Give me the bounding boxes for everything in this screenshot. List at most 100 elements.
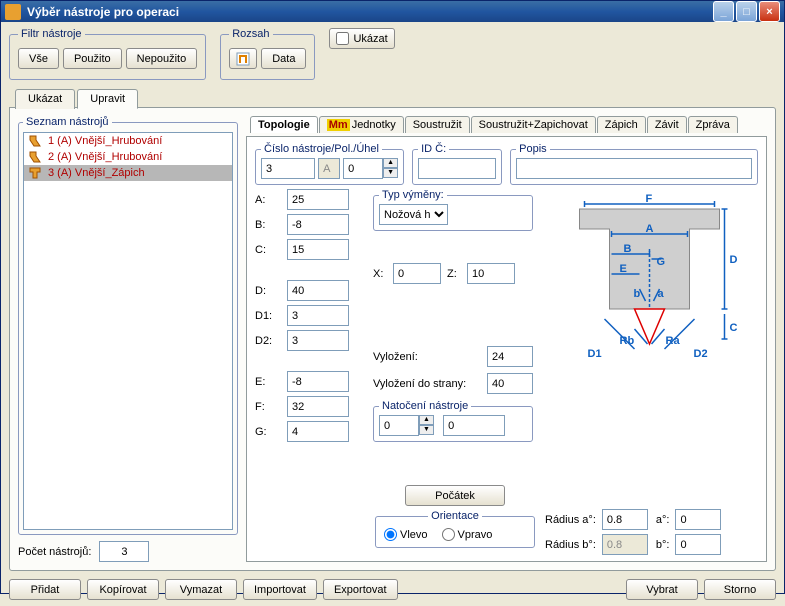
radius-b-input: [602, 534, 648, 555]
range-icon: [236, 52, 250, 66]
units-icon: Mm: [327, 119, 350, 131]
tool-angle-input[interactable]: [343, 158, 383, 179]
range-data-button[interactable]: Data: [261, 48, 306, 69]
tool-diagram: F A B E G b a D C D1: [541, 189, 758, 481]
tab-show[interactable]: Ukázat: [15, 89, 75, 109]
param-A-input[interactable]: [287, 189, 349, 210]
window-title: Výběr nástroje pro operaci: [27, 5, 711, 19]
radius-a-input[interactable]: [602, 509, 648, 530]
tool-count-label: Počet nástrojů:: [18, 546, 91, 558]
spin-down[interactable]: ▼: [383, 168, 398, 178]
spin-down[interactable]: ▼: [419, 425, 434, 435]
range-toggle[interactable]: [229, 48, 257, 69]
show-checkbox-input[interactable]: [336, 32, 349, 45]
export-button[interactable]: Exportovat: [323, 579, 398, 600]
angle-b-label: b°:: [656, 539, 670, 551]
param-D-input[interactable]: [287, 280, 349, 301]
copy-button[interactable]: Kopírovat: [87, 579, 159, 600]
range-legend: Rozsah: [229, 28, 272, 40]
cancel-button[interactable]: Storno: [704, 579, 776, 600]
subtab-topology[interactable]: Topologie: [250, 116, 318, 133]
param-C-input[interactable]: [287, 239, 349, 260]
list-item[interactable]: 1 (A) Vnější_Hrubování: [24, 133, 232, 149]
param-E-input[interactable]: [287, 371, 349, 392]
filter-group: Filtr nástroje Vše Použito Nepoužito: [9, 28, 206, 80]
exchange-group: Typ výměny: Nožová h: [373, 189, 533, 231]
overhang-input[interactable]: [487, 346, 533, 367]
list-item[interactable]: 3 (A) Vnější_Zápich: [24, 165, 232, 181]
exchange-select[interactable]: Nožová h: [379, 204, 448, 225]
param-D1-label: D1:: [255, 310, 281, 322]
spin-up[interactable]: ▲: [383, 158, 398, 168]
param-F-label: F:: [255, 401, 281, 413]
overhang-side-input[interactable]: [487, 373, 533, 394]
close-button[interactable]: ×: [759, 1, 780, 22]
tool-number-group: Číslo nástroje/Pol./Úhel ▲▼: [255, 143, 404, 185]
list-item[interactable]: 2 (A) Vnější_Hrubování: [24, 149, 232, 165]
add-button[interactable]: Přidat: [9, 579, 81, 600]
overhang-label: Vyložení:: [373, 351, 481, 363]
idc-input[interactable]: [418, 158, 496, 179]
svg-text:b: b: [634, 288, 641, 300]
delete-button[interactable]: Vymazat: [165, 579, 237, 600]
param-G-input[interactable]: [287, 421, 349, 442]
exchange-legend: Typ výměny:: [379, 189, 447, 201]
orient-left-radio[interactable]: Vlevo: [384, 528, 428, 541]
rot1-input[interactable]: [379, 415, 419, 436]
z-input[interactable]: [467, 263, 515, 284]
minimize-button[interactable]: _: [713, 1, 734, 22]
tool-pol-letter: [318, 158, 340, 179]
svg-text:D2: D2: [694, 348, 708, 360]
filter-all-button[interactable]: Vše: [18, 48, 59, 69]
subtab-units[interactable]: MmJednotky: [319, 116, 404, 133]
list-item-label: 2 (A) Vnější_Hrubování: [48, 151, 162, 163]
subtab-turn-groove[interactable]: Soustružit+Zapichovat: [471, 116, 596, 133]
select-button[interactable]: Vybrat: [626, 579, 698, 600]
filter-legend: Filtr nástroje: [18, 28, 85, 40]
param-D1-input[interactable]: [287, 305, 349, 326]
desc-group: Popis: [510, 143, 758, 185]
subtab-thread[interactable]: Závit: [647, 116, 687, 133]
param-F-input[interactable]: [287, 396, 349, 417]
tool-icon: [28, 150, 42, 164]
param-B-input[interactable]: [287, 214, 349, 235]
orient-right-radio[interactable]: Vpravo: [442, 528, 493, 541]
show-checkbox[interactable]: Ukázat: [329, 28, 394, 49]
import-button[interactable]: Importovat: [243, 579, 317, 600]
angle-b-input[interactable]: [675, 534, 721, 555]
origin-button[interactable]: Počátek: [405, 485, 505, 506]
tab-edit[interactable]: Upravit: [77, 89, 138, 109]
show-checkbox-label: Ukázat: [353, 33, 387, 45]
param-G-label: G:: [255, 426, 281, 438]
svg-text:C: C: [730, 322, 738, 334]
maximize-button[interactable]: □: [736, 1, 757, 22]
svg-text:E: E: [620, 263, 627, 275]
tool-number-legend: Číslo nástroje/Pol./Úhel: [261, 143, 382, 155]
filter-unused-button[interactable]: Nepoužito: [126, 48, 198, 69]
rotation-group: Natočení nástroje ▲▼: [373, 400, 533, 442]
desc-input[interactable]: [516, 158, 752, 179]
tool-number-input[interactable]: [261, 158, 315, 179]
tool-list-group: Seznam nástrojů 1 (A) Vnější_Hrubování 2…: [18, 116, 238, 535]
subtab-groove[interactable]: Zápich: [597, 116, 646, 133]
tool-icon: [28, 134, 42, 148]
radius-a-label: Rádius a°:: [545, 514, 596, 526]
overhang-side-label: Vyložení do strany:: [373, 378, 481, 390]
rot2-input[interactable]: [443, 415, 505, 436]
app-icon: [5, 4, 21, 20]
angle-a-input[interactable]: [675, 509, 721, 530]
tool-listbox[interactable]: 1 (A) Vnější_Hrubování 2 (A) Vnější_Hrub…: [23, 132, 233, 530]
param-D2-input[interactable]: [287, 330, 349, 351]
param-D2-label: D2:: [255, 335, 281, 347]
idc-group: ID Č:: [412, 143, 502, 185]
svg-text:A: A: [646, 223, 654, 235]
radius-b-label: Rádius b°:: [545, 539, 596, 551]
x-label: X:: [373, 268, 387, 280]
svg-text:F: F: [646, 193, 653, 205]
spin-up[interactable]: ▲: [419, 415, 434, 425]
filter-used-button[interactable]: Použito: [63, 48, 122, 69]
tool-icon: [28, 166, 42, 180]
subtab-turn[interactable]: Soustružit: [405, 116, 470, 133]
subtab-report[interactable]: Zpráva: [688, 116, 738, 133]
x-input[interactable]: [393, 263, 441, 284]
